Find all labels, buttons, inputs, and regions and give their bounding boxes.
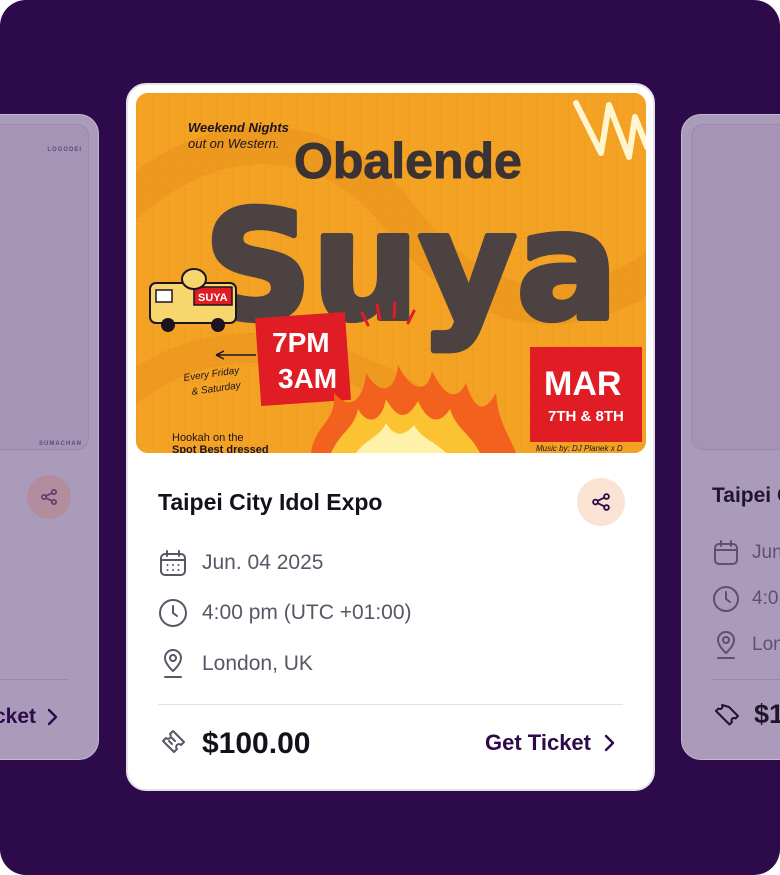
poster-footer: Hookah on the — [172, 432, 244, 444]
poster-music-credit: Music by: DJ Planek x D — [536, 444, 623, 453]
poster-tagline: Weekend Nights — [188, 120, 289, 135]
location-pin-icon — [716, 631, 736, 659]
event-date: Jun. 04 2025 — [158, 548, 323, 578]
poster-logo-text: SUMACHAN — [39, 441, 82, 447]
chevron-right-icon — [47, 708, 58, 726]
event-poster-previous: LOGODEI SUMACHAN — [0, 124, 89, 450]
event-location: Lon — [712, 630, 780, 660]
event-location: London, UK — [158, 649, 313, 679]
share-button[interactable] — [577, 478, 625, 526]
event-title: Taipei C — [712, 484, 780, 507]
poster-artwork: Weekend Nights out on Western. Obalende … — [136, 93, 646, 453]
event-card-next[interactable]: Taipei C Jun 4:0 Lon $1 — [681, 114, 780, 760]
event-location-text: London, UK — [202, 652, 313, 675]
price-row: $100.00 — [158, 725, 310, 762]
poster-time-start: 7PM — [272, 327, 330, 358]
poster-logo-text: LOGODEI — [47, 147, 82, 153]
poster-month: MAR — [544, 365, 621, 403]
event-card-previous[interactable]: LOGODEI SUMACHAN cket — [0, 114, 99, 760]
poster-tagline: out on Western. — [188, 136, 280, 151]
get-ticket-label: cket — [0, 705, 37, 728]
svg-text:SUYA: SUYA — [198, 292, 228, 304]
divider — [158, 704, 623, 705]
get-ticket-link[interactable]: cket — [0, 705, 58, 729]
share-button[interactable] — [27, 475, 71, 519]
poster-dates: 7TH & 8TH — [548, 408, 624, 425]
calendar-icon — [714, 540, 738, 565]
ticket-icon — [158, 725, 190, 762]
event-time: 4:00 pm (UTC +01:00) — [158, 598, 412, 628]
get-ticket-button[interactable]: Get Ticket — [485, 730, 615, 756]
event-poster: Weekend Nights out on Western. Obalende … — [136, 93, 646, 453]
share-icon — [41, 489, 57, 505]
divider — [0, 679, 68, 680]
get-ticket-label: Get Ticket — [485, 730, 591, 755]
share-icon — [592, 493, 610, 511]
carousel-stage: LOGODEI SUMACHAN cket Taipei C Jun 4:0 L… — [0, 0, 780, 875]
price-row: $1 — [712, 699, 780, 730]
clock-icon — [158, 598, 188, 628]
divider — [712, 679, 780, 680]
event-time-text: 4:00 pm (UTC +01:00) — [202, 601, 412, 624]
event-date-text: Jun. 04 2025 — [202, 551, 324, 574]
event-title: Taipei City Idol Expo — [158, 489, 383, 515]
chevron-right-icon — [604, 734, 615, 752]
poster-footer: Spot Best dressed — [172, 444, 269, 453]
event-card[interactable]: Weekend Nights out on Western. Obalende … — [126, 83, 655, 791]
location-pin-icon — [158, 649, 188, 679]
event-date: Jun — [712, 539, 780, 567]
ticket-price: $100.00 — [202, 726, 311, 760]
clock-icon — [713, 586, 739, 612]
event-time: 4:0 — [712, 585, 778, 613]
calendar-icon — [158, 548, 188, 578]
ticket-icon — [715, 703, 739, 725]
poster-time-end: 3AM — [278, 363, 337, 394]
event-poster-next — [691, 124, 780, 450]
